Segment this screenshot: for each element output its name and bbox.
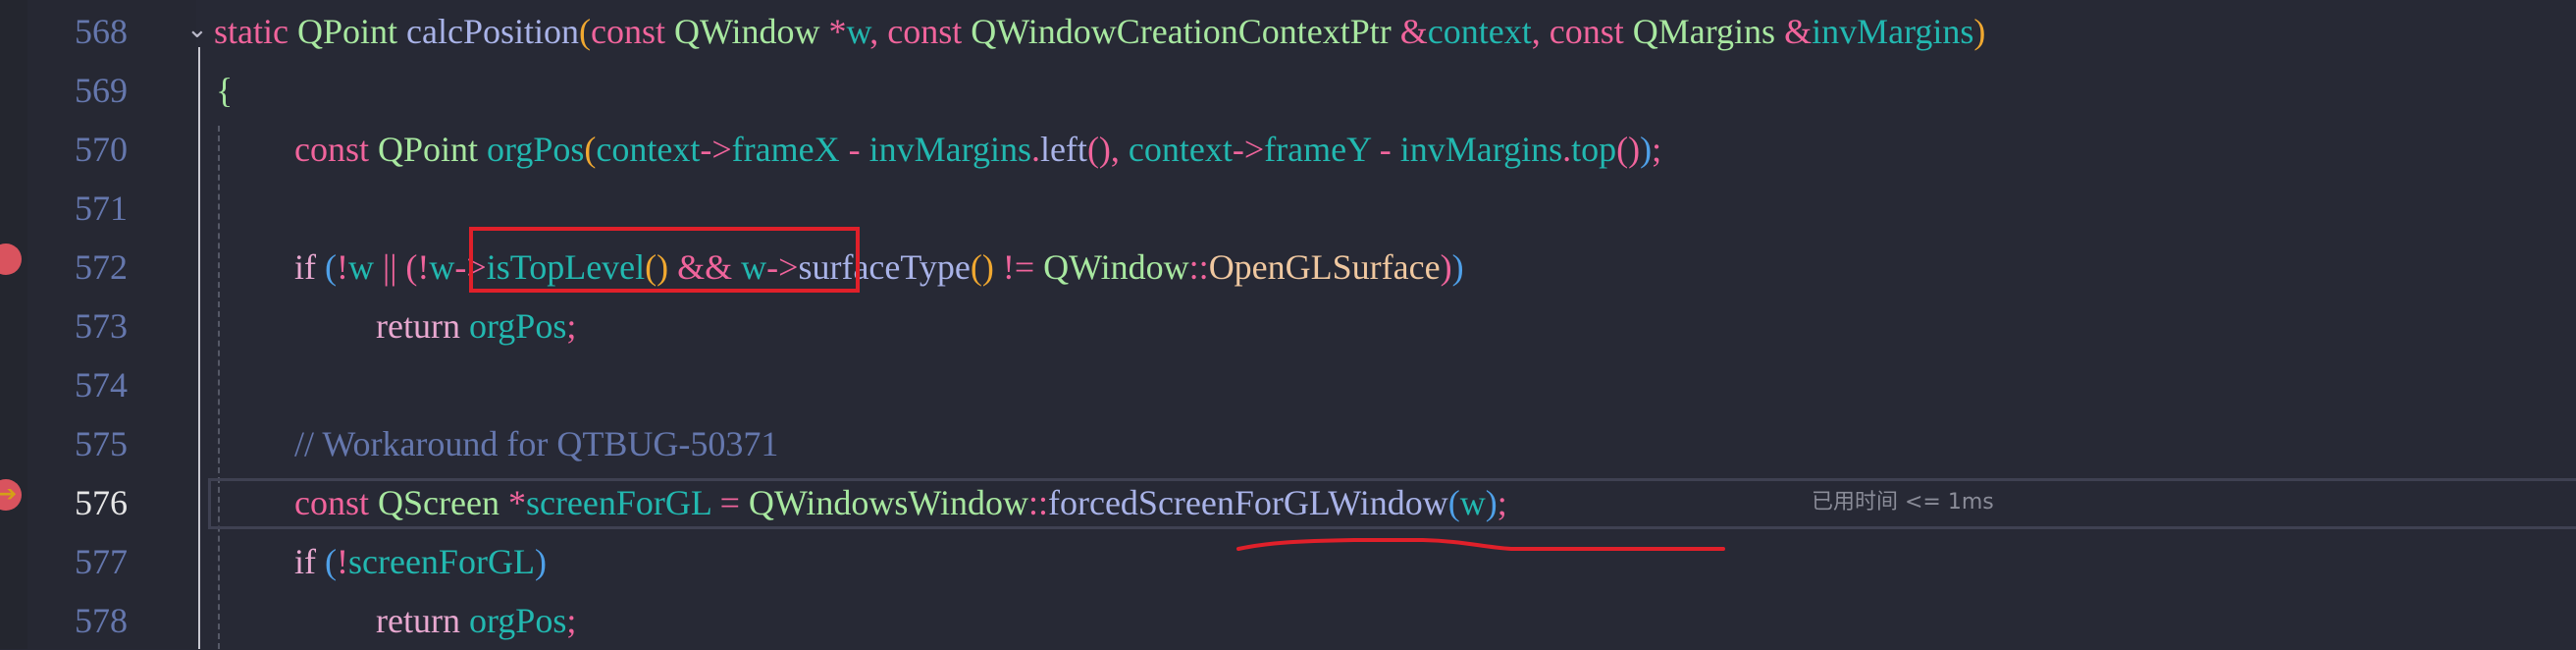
code-text: static QPoint calcPosition(const QWindow… (214, 12, 1986, 51)
annotation-red-underline (1236, 538, 1725, 551)
line-number: 573 (75, 306, 128, 346)
line-number: 578 (75, 601, 128, 640)
code-line[interactable]: 572 if (!w || (!w->isTopLevel() && w->su… (0, 238, 2576, 297)
line-number: 569 (75, 71, 128, 110)
line-number: 570 (75, 130, 128, 169)
line-number: 577 (75, 542, 128, 581)
code-text: { (216, 71, 234, 110)
arrow-right-icon: ➔ (0, 482, 18, 507)
code-text: const QScreen *screenForGL = QWindowsWin… (294, 483, 1507, 522)
code-line[interactable]: 571 (0, 179, 2576, 238)
line-number: 575 (75, 424, 128, 463)
inline-elapsed-time-hint: 已用时间 <= 1ms (1812, 490, 1994, 515)
code-line[interactable]: 570 const QPoint orgPos(context->frameX … (0, 120, 2576, 179)
line-number: 572 (75, 247, 128, 287)
fold-chevron-icon[interactable]: ⌄ (186, 2, 208, 61)
code-line[interactable]: 575 // Workaround for QTBUG-50371 (0, 414, 2576, 473)
code-line[interactable]: 568 ⌄ static QPoint calcPosition(const Q… (0, 2, 2576, 61)
code-line[interactable]: 574 (0, 355, 2576, 414)
code-line[interactable]: 573 return orgPos; (0, 297, 2576, 355)
annotation-red-box (469, 227, 860, 293)
code-editor[interactable]: 568 ⌄ static QPoint calcPosition(const Q… (0, 0, 2576, 649)
line-number: 571 (75, 189, 128, 228)
line-number: 568 (75, 12, 128, 51)
code-text: const QPoint orgPos(context->frameX - in… (294, 130, 1662, 169)
line-number: 574 (75, 365, 128, 405)
code-line[interactable]: 578 return orgPos; (0, 591, 2576, 650)
code-text: if (!screenForGL) (294, 542, 547, 581)
code-line-current[interactable]: 576 const QScreen *screenForGL = QWindow… (0, 473, 2576, 532)
line-number: 576 (75, 483, 128, 522)
code-text: return orgPos; (376, 306, 577, 346)
code-line[interactable]: 569 { (0, 61, 2576, 120)
code-comment: // Workaround for QTBUG-50371 (294, 424, 779, 463)
code-text: return orgPos; (376, 601, 577, 640)
